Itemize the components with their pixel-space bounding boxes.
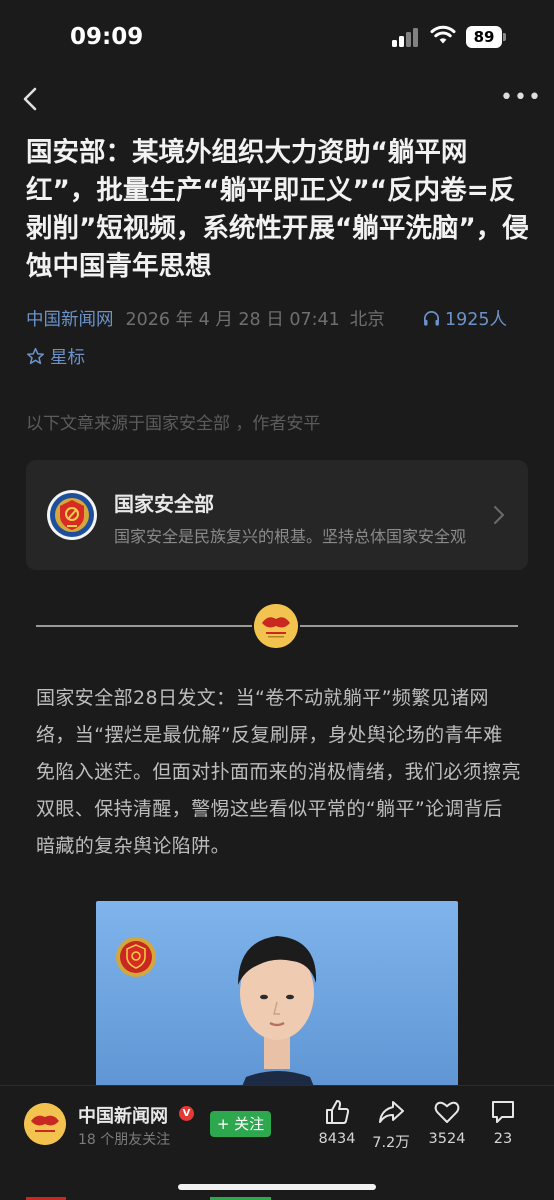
more-icon: ••• bbox=[500, 85, 542, 110]
cellular-signal-icon bbox=[392, 27, 420, 47]
like-button[interactable]: 8434 bbox=[307, 1098, 367, 1147]
article-title: 国安部：某境外组织大力资助“躺平网红”，批量生产“躺平即正义”“反内卷=反剥削”… bbox=[26, 137, 529, 282]
home-indicator bbox=[178, 1184, 376, 1190]
origin-note: 以下文章来源于国家安全部 ，作者安平 bbox=[26, 414, 321, 434]
status-time: 09:09 bbox=[70, 24, 144, 50]
divider-right bbox=[300, 625, 518, 627]
like-count: 8434 bbox=[318, 1131, 356, 1147]
favorite-button[interactable]: 3524 bbox=[417, 1098, 477, 1147]
status-bar: 09:09 89 bbox=[0, 0, 554, 72]
star-icon bbox=[26, 347, 45, 365]
more-button[interactable]: ••• bbox=[500, 84, 541, 112]
star-button[interactable]: 星标 bbox=[26, 344, 85, 372]
article-meta: 中国新闻网 2026 年 4 月 28 日 07:41 北京 1925人 bbox=[26, 306, 536, 334]
source-link[interactable]: 中国新闻网 bbox=[26, 310, 114, 330]
publisher-avatar[interactable] bbox=[24, 1103, 66, 1145]
verified-badge-icon: V bbox=[179, 1106, 194, 1121]
share-button[interactable]: 7.2万 bbox=[361, 1098, 421, 1152]
headphones-icon bbox=[423, 311, 440, 326]
account-description: 国家安全是民族复兴的根基。坚持总体国家安全观 bbox=[114, 527, 467, 546]
heart-icon bbox=[434, 1101, 460, 1123]
friends-following: 18 个朋友关注 bbox=[78, 1132, 171, 1148]
spokesperson-photo bbox=[116, 936, 320, 1101]
comment-button[interactable]: 23 bbox=[473, 1098, 533, 1147]
publish-location: 北京 bbox=[349, 310, 385, 330]
article-page: 09:09 89 ••• 国安部：某境外组织大力资助“躺平网红”，批量生产“躺平 bbox=[0, 0, 554, 1200]
comment-icon bbox=[492, 1101, 514, 1123]
battery-icon: 89 bbox=[466, 26, 506, 48]
bottom-action-bar: 中国新闻网 V 18 个朋友关注 + 关注 8434 7.2万 3524 23 bbox=[0, 1085, 554, 1200]
battery-level: 89 bbox=[466, 26, 502, 48]
comment-count: 23 bbox=[493, 1131, 513, 1147]
divider-left bbox=[36, 625, 252, 627]
back-button[interactable] bbox=[14, 82, 48, 116]
national-emblem-logo bbox=[47, 490, 97, 540]
wifi-icon bbox=[430, 25, 456, 44]
star-label: 星标 bbox=[50, 348, 85, 368]
chinanews-logo bbox=[254, 604, 298, 648]
article-body: 国家安全部28日发文：当“卷不动就躺平”频繁见诸网络，当“摆烂是最优解”反复刷屏… bbox=[36, 687, 522, 857]
publish-date: 2026 年 4 月 28 日 07:41 bbox=[125, 310, 340, 330]
article-image[interactable] bbox=[96, 901, 458, 1101]
thumbs-up-icon bbox=[326, 1100, 350, 1124]
listener-count: 1925人 bbox=[445, 310, 508, 330]
nav-bar: ••• bbox=[0, 72, 554, 126]
listen-button[interactable]: 1925人 bbox=[422, 306, 507, 334]
follow-button[interactable]: + 关注 bbox=[210, 1111, 271, 1137]
favorite-count: 3524 bbox=[428, 1131, 466, 1147]
chevron-right-icon bbox=[494, 506, 504, 524]
share-count: 7.2万 bbox=[372, 1135, 410, 1151]
publisher-name[interactable]: 中国新闻网 bbox=[78, 1102, 168, 1128]
back-arrow-icon bbox=[23, 87, 37, 111]
account-card[interactable]: 国家安全部 国家安全是民族复兴的根基。坚持总体国家安全观 bbox=[26, 460, 528, 570]
share-icon bbox=[379, 1101, 404, 1123]
account-name: 国家安全部 bbox=[114, 492, 214, 516]
